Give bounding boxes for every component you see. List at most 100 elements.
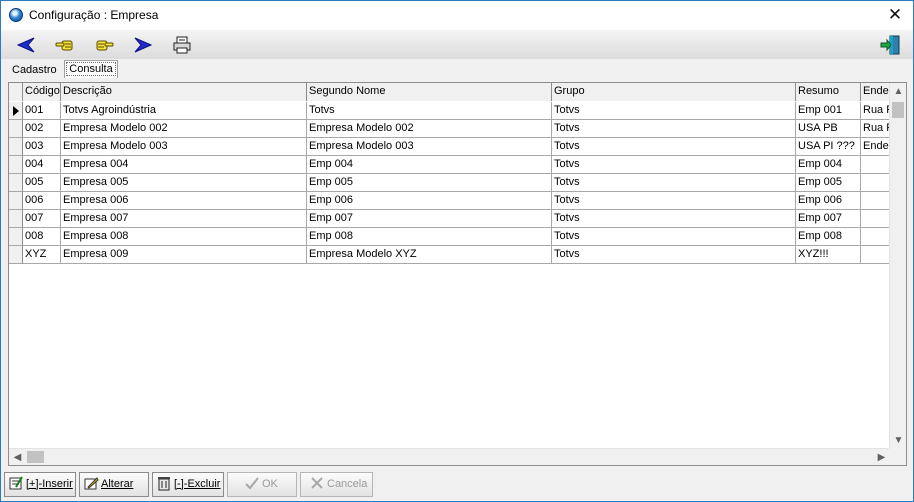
table-row[interactable]: 007 Empresa 007 Emp 007 Totvs Emp 007 [9, 210, 890, 228]
vertical-scroll-thumb[interactable] [892, 102, 904, 118]
table-cell[interactable]: Empresa 008 [61, 228, 307, 246]
tab-cadastro[interactable]: Cadastro [12, 62, 57, 80]
table-cell[interactable]: XYZ!!! [796, 246, 861, 264]
table-cell[interactable]: Emp 005 [307, 174, 552, 192]
table-cell[interactable]: Emp 005 [796, 174, 861, 192]
close-button[interactable]: ✕ [885, 5, 905, 25]
edit-button[interactable]: Alterar [79, 472, 149, 497]
row-indicator[interactable] [9, 228, 23, 246]
table-cell[interactable]: Emp 007 [796, 210, 861, 228]
table-cell[interactable]: Ender [861, 138, 890, 156]
table-row[interactable]: 008 Empresa 008 Emp 008 Totvs Emp 008 [9, 228, 890, 246]
table-row[interactable]: 002 Empresa Modelo 002 Empresa Modelo 002 T… [9, 120, 890, 138]
table-cell[interactable] [861, 192, 890, 210]
first-record-button[interactable] [54, 34, 76, 56]
vertical-scrollbar[interactable]: ▲ ▼ [889, 83, 906, 449]
table-cell[interactable]: Totvs [552, 120, 796, 138]
column-header[interactable]: Descrição [61, 83, 307, 101]
table-cell[interactable]: Empresa Modelo 002 [307, 120, 552, 138]
table-cell[interactable]: 006 [23, 192, 61, 210]
table-cell[interactable] [861, 156, 890, 174]
table-cell[interactable] [861, 228, 890, 246]
table-cell[interactable]: Totvs [552, 174, 796, 192]
table-cell[interactable]: XYZ [23, 246, 61, 264]
previous-record-button[interactable] [15, 34, 37, 56]
horizontal-scrollbar[interactable]: ◀ ▶ [9, 448, 890, 465]
next-record-button[interactable] [132, 34, 154, 56]
print-button[interactable] [171, 34, 193, 56]
table-row[interactable]: 006 Empresa 006 Emp 006 Totvs Emp 006 [9, 192, 890, 210]
table-cell[interactable]: 007 [23, 210, 61, 228]
cancel-button[interactable]: Cancela [300, 472, 373, 497]
table-cell[interactable] [861, 210, 890, 228]
table-cell[interactable]: Empresa 005 [61, 174, 307, 192]
table-cell[interactable]: Emp 004 [307, 156, 552, 174]
row-indicator[interactable] [9, 192, 23, 210]
table-cell[interactable]: Empresa 009 [61, 246, 307, 264]
exit-button[interactable] [879, 34, 901, 56]
table-cell[interactable]: Emp 001 [796, 102, 861, 120]
table-cell[interactable]: Emp 006 [796, 192, 861, 210]
table-cell[interactable]: Totvs [552, 192, 796, 210]
table-cell[interactable]: Totvs [552, 102, 796, 120]
table-cell[interactable]: Totvs Agroindústria [61, 102, 307, 120]
row-indicator[interactable] [9, 210, 23, 228]
scroll-down-arrow-icon[interactable]: ▼ [890, 432, 907, 449]
scroll-left-arrow-icon[interactable]: ◀ [9, 449, 26, 466]
table-cell[interactable]: Empresa 006 [61, 192, 307, 210]
table-cell[interactable]: Empresa 004 [61, 156, 307, 174]
table-cell[interactable]: Totvs [552, 210, 796, 228]
table-cell[interactable]: Emp 004 [796, 156, 861, 174]
column-header[interactable]: Segundo Nome [307, 83, 552, 101]
table-row[interactable]: 004 Empresa 004 Emp 004 Totvs Emp 004 [9, 156, 890, 174]
row-indicator[interactable] [9, 138, 23, 156]
records-grid[interactable]: Código Descrição Segundo Nome Grupo Resumo En… [8, 82, 907, 466]
table-cell[interactable]: 004 [23, 156, 61, 174]
table-row[interactable]: 005 Empresa 005 Emp 005 Totvs Emp 005 [9, 174, 890, 192]
scroll-right-arrow-icon[interactable]: ▶ [873, 449, 890, 466]
table-cell[interactable] [861, 174, 890, 192]
table-cell[interactable]: 002 [23, 120, 61, 138]
table-cell[interactable]: Emp 008 [796, 228, 861, 246]
table-cell[interactable]: Totvs [552, 138, 796, 156]
insert-button[interactable]: [+]-Inserir [4, 472, 76, 497]
ok-button[interactable]: OK [227, 472, 297, 497]
table-cell[interactable] [861, 246, 890, 264]
table-cell[interactable]: Rua F [861, 102, 890, 120]
column-header[interactable]: Grupo [552, 83, 796, 101]
table-cell[interactable]: Totvs [552, 228, 796, 246]
column-header[interactable]: Ende [861, 83, 890, 101]
column-header[interactable]: Resumo [796, 83, 861, 101]
table-cell[interactable]: 005 [23, 174, 61, 192]
tab-consulta[interactable]: Consulta [64, 60, 118, 78]
table-cell[interactable]: Rua F [861, 120, 890, 138]
scroll-up-arrow-icon[interactable]: ▲ [890, 83, 907, 100]
delete-button[interactable]: [-]-Excluir [152, 472, 224, 497]
table-cell[interactable]: Totvs [307, 102, 552, 120]
table-cell[interactable]: Emp 008 [307, 228, 552, 246]
table-cell[interactable]: 008 [23, 228, 61, 246]
table-cell[interactable]: Empresa Modelo 003 [307, 138, 552, 156]
table-cell[interactable]: Empresa Modelo 003 [61, 138, 307, 156]
table-cell[interactable]: Emp 007 [307, 210, 552, 228]
row-indicator[interactable] [9, 120, 23, 138]
last-record-button[interactable] [93, 34, 115, 56]
row-indicator[interactable] [9, 156, 23, 174]
table-row[interactable]: XYZ Empresa 009 Empresa Modelo XYZ Totvs XYZ… [9, 246, 890, 264]
table-cell[interactable]: Empresa 007 [61, 210, 307, 228]
row-indicator[interactable] [9, 102, 23, 120]
table-cell[interactable]: Emp 006 [307, 192, 552, 210]
table-cell[interactable]: USA PI ??? [796, 138, 861, 156]
row-indicator[interactable] [9, 246, 23, 264]
table-cell[interactable]: USA PB [796, 120, 861, 138]
horizontal-scroll-thumb[interactable] [27, 451, 44, 463]
table-row[interactable]: 003 Empresa Modelo 003 Empresa Modelo 003 T… [9, 138, 890, 156]
table-cell[interactable]: Totvs [552, 156, 796, 174]
table-cell[interactable]: Totvs [552, 246, 796, 264]
row-indicator[interactable] [9, 174, 23, 192]
table-cell[interactable]: Empresa Modelo 002 [61, 120, 307, 138]
table-cell[interactable]: 003 [23, 138, 61, 156]
table-row[interactable]: 001 Totvs Agroindústria Totvs Totvs Emp 001 R… [9, 102, 890, 120]
table-cell[interactable]: Empresa Modelo XYZ [307, 246, 552, 264]
table-cell[interactable]: 001 [23, 102, 61, 120]
